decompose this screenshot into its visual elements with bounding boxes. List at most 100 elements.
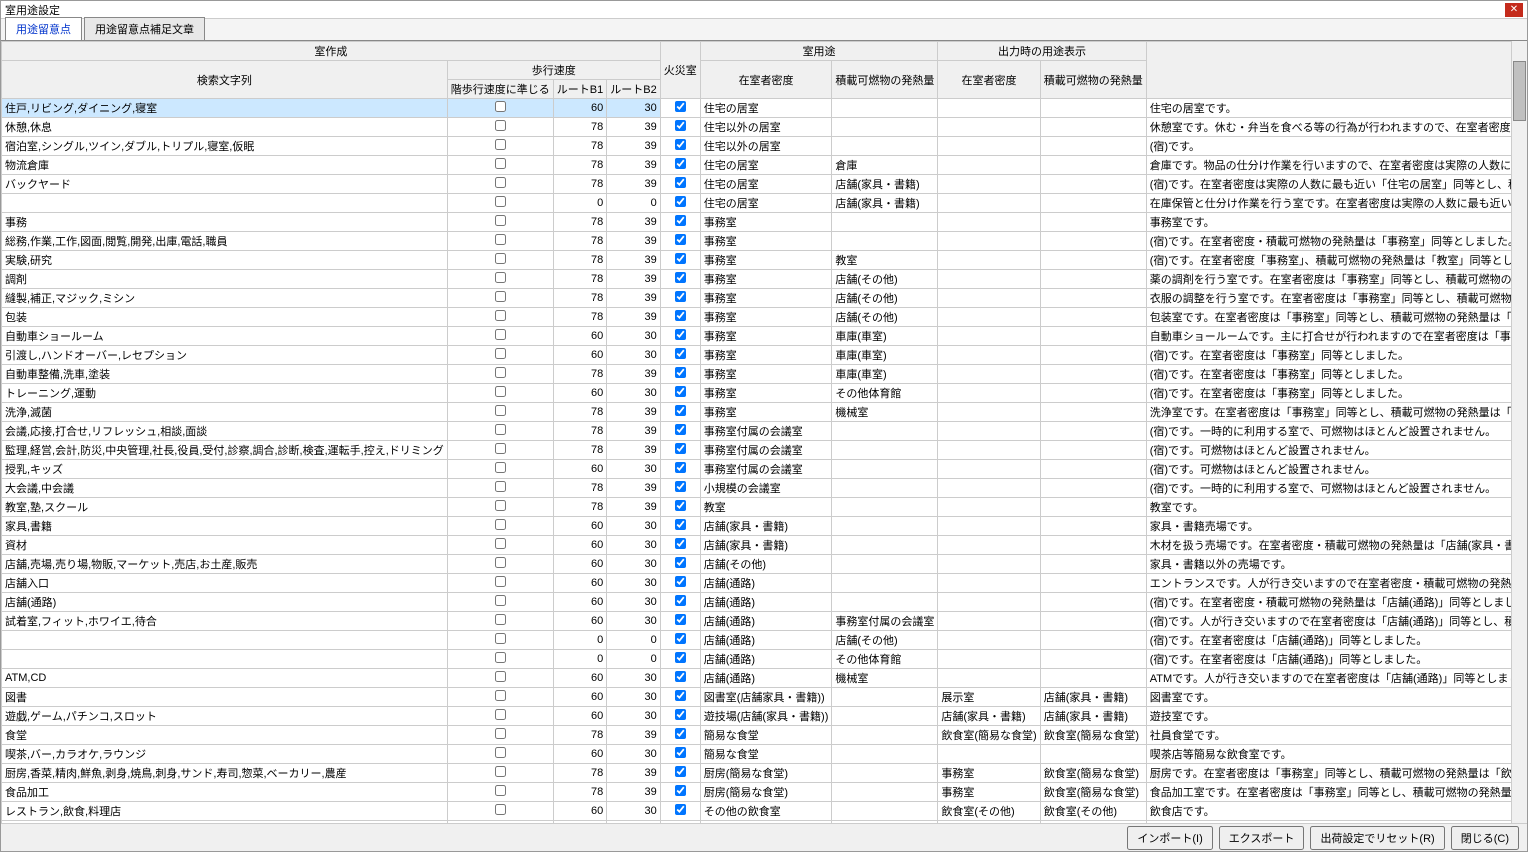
- cell-fire[interactable]: [660, 555, 700, 574]
- cell-route2[interactable]: 39: [607, 479, 660, 498]
- cell-occ2[interactable]: [938, 517, 1040, 536]
- cell-fire[interactable]: [660, 365, 700, 384]
- table-row[interactable]: 食品加工7839厨房(簡易な食堂)事務室飲食室(簡易な食堂)食品加工室です。在室…: [2, 783, 1528, 802]
- cell-search[interactable]: 店舗,売場,売り場,物販,マーケット,売店,お土産,販売: [2, 555, 448, 574]
- cell-fire[interactable]: [660, 498, 700, 517]
- cell-route2[interactable]: 39: [607, 441, 660, 460]
- cell-note[interactable]: 木材を扱う売場です。在室者密度・積載可燃物の発熱量は「店舗(家具・書籍)」同等と…: [1146, 536, 1527, 555]
- walk-checkbox[interactable]: [495, 481, 506, 492]
- cell-occ[interactable]: 事務室付属の会議室: [700, 441, 832, 460]
- table-row[interactable]: 宿泊室,シングル,ツイン,ダブル,トリプル,寝室,仮眠7839住宅以外の居室(宿…: [2, 137, 1528, 156]
- cell-fuel[interactable]: 機械室: [832, 403, 938, 422]
- cell-search[interactable]: ATM,CD: [2, 669, 448, 688]
- cell-fire[interactable]: [660, 650, 700, 669]
- cell-search[interactable]: 会議,応接,打合せ,リフレッシュ,相談,面談: [2, 422, 448, 441]
- close-button[interactable]: 閉じる(C): [1451, 826, 1519, 850]
- cell-occ2[interactable]: [938, 232, 1040, 251]
- cell-note[interactable]: 在庫保管と仕分け作業を行う室です。在室者密度は実際の人数に最も近い「住宅の居室」…: [1146, 194, 1527, 213]
- cell-fuel2[interactable]: [1040, 498, 1146, 517]
- cell-occ[interactable]: 事務室: [700, 308, 832, 327]
- cell-route1[interactable]: 78: [553, 137, 606, 156]
- cell-fuel[interactable]: 車庫(車室): [832, 365, 938, 384]
- cell-search[interactable]: 包装: [2, 308, 448, 327]
- cell-occ2[interactable]: [938, 327, 1040, 346]
- table-row[interactable]: 喫茶,バー,カラオケ,ラウンジ6030簡易な食堂喫茶店等簡易な飲食室です。: [2, 745, 1528, 764]
- cell-note[interactable]: 厨房です。在室者密度は「事務室」同等とし、積載可燃物の発熱量は「飲食室(簡易な食…: [1146, 764, 1527, 783]
- cell-occ[interactable]: 簡易な食堂: [700, 745, 832, 764]
- cell-search[interactable]: 自動車ショールーム: [2, 327, 448, 346]
- cell-route2[interactable]: 30: [607, 460, 660, 479]
- cell-route1[interactable]: 78: [553, 308, 606, 327]
- walk-checkbox[interactable]: [495, 462, 506, 473]
- cell-walk-chk[interactable]: [447, 213, 553, 232]
- cell-fuel2[interactable]: 劇場(客席): [1040, 821, 1146, 824]
- cell-note[interactable]: 休憩室です。休む・弁当を食べる等の行為が行われますので、在室者密度・積載可燃物の…: [1146, 118, 1527, 137]
- cell-occ2[interactable]: [938, 669, 1040, 688]
- cell-route1[interactable]: 78: [553, 403, 606, 422]
- table-row[interactable]: 調剤7839事務室店舗(その他)薬の調剤を行う室です。在室者密度は「事務室」同等…: [2, 270, 1528, 289]
- cell-occ2[interactable]: [938, 479, 1040, 498]
- cell-walk-chk[interactable]: [447, 783, 553, 802]
- walk-checkbox[interactable]: [495, 120, 506, 131]
- cell-fire[interactable]: [660, 517, 700, 536]
- cell-search[interactable]: 試着室,フィット,ホワイエ,待合: [2, 612, 448, 631]
- cell-occ[interactable]: 事務室: [700, 384, 832, 403]
- cell-fire[interactable]: [660, 213, 700, 232]
- cell-fire[interactable]: [660, 631, 700, 650]
- table-row[interactable]: ATM,CD6030店舗(通路)機械室ATMです。人が行き交いますので在室者密度…: [2, 669, 1528, 688]
- cell-route1[interactable]: 60: [553, 536, 606, 555]
- table-row[interactable]: 試着室,フィット,ホワイエ,待合6030店舗(通路)事務室付属の会議室(宿)です…: [2, 612, 1528, 631]
- cell-route2[interactable]: 30: [607, 821, 660, 824]
- fire-checkbox[interactable]: [675, 519, 686, 530]
- cell-note[interactable]: (宿)です。在室者密度は「事務室」同等としました。: [1146, 365, 1527, 384]
- cell-occ2[interactable]: [938, 593, 1040, 612]
- cell-fuel[interactable]: 店舗(その他): [832, 631, 938, 650]
- cell-route2[interactable]: 39: [607, 308, 660, 327]
- fire-checkbox[interactable]: [675, 386, 686, 397]
- cell-route2[interactable]: 39: [607, 270, 660, 289]
- cell-walk-chk[interactable]: [447, 764, 553, 783]
- cell-route1[interactable]: 78: [553, 232, 606, 251]
- cell-note[interactable]: (宿)です。在室者密度は「事務室」同等としました。: [1146, 384, 1527, 403]
- fire-checkbox[interactable]: [675, 785, 686, 796]
- fire-checkbox[interactable]: [675, 728, 686, 739]
- cell-route2[interactable]: 39: [607, 156, 660, 175]
- cell-search[interactable]: 実験,研究: [2, 251, 448, 270]
- scrollbar-thumb[interactable]: [1513, 61, 1526, 121]
- fire-checkbox[interactable]: [675, 690, 686, 701]
- cell-search[interactable]: 住戸,リビング,ダイニング,寝室: [2, 99, 448, 118]
- fire-checkbox[interactable]: [675, 348, 686, 359]
- cell-fuel[interactable]: [832, 555, 938, 574]
- cell-route2[interactable]: 39: [607, 175, 660, 194]
- cell-fuel[interactable]: [832, 232, 938, 251]
- cell-route2[interactable]: 30: [607, 384, 660, 403]
- table-row[interactable]: 洗浄,滅菌7839事務室機械室洗浄室です。在室者密度は「事務室」同等とし、積載可…: [2, 403, 1528, 422]
- table-row[interactable]: 遊戯,ゲーム,パチンコ,スロット6030遊技場(店舗(家具・書籍))店舗(家具・…: [2, 707, 1528, 726]
- fire-checkbox[interactable]: [675, 500, 686, 511]
- cell-occ2[interactable]: [938, 650, 1040, 669]
- table-row[interactable]: 会議,応接,打合せ,リフレッシュ,相談,面談7839事務室付属の会議室(宿)です…: [2, 422, 1528, 441]
- cell-walk-chk[interactable]: [447, 707, 553, 726]
- cell-occ[interactable]: 店舗(通路): [700, 612, 832, 631]
- cell-occ[interactable]: 遊技場(店舗(家具・書籍)): [700, 707, 832, 726]
- cell-walk-chk[interactable]: [447, 688, 553, 707]
- cell-search[interactable]: 家具,書籍: [2, 517, 448, 536]
- cell-occ[interactable]: 事務室: [700, 251, 832, 270]
- cell-fuel2[interactable]: 飲食室(簡易な食堂): [1040, 783, 1146, 802]
- fire-checkbox[interactable]: [675, 576, 686, 587]
- cell-route2[interactable]: 39: [607, 251, 660, 270]
- cell-occ2[interactable]: [938, 498, 1040, 517]
- cell-occ[interactable]: 図書室(店舗家具・書籍)): [700, 688, 832, 707]
- fire-checkbox[interactable]: [675, 272, 686, 283]
- cell-search[interactable]: 宿泊室,シングル,ツイン,ダブル,トリプル,寝室,仮眠: [2, 137, 448, 156]
- cell-occ[interactable]: その他の飲食室: [700, 802, 832, 821]
- walk-checkbox[interactable]: [495, 595, 506, 606]
- cell-note[interactable]: (宿)です。人が行き交いますので在室者密度は「店舗(通路)」同等とし、積載可燃物…: [1146, 612, 1527, 631]
- cell-walk-chk[interactable]: [447, 156, 553, 175]
- cell-occ2[interactable]: [938, 289, 1040, 308]
- cell-walk-chk[interactable]: [447, 251, 553, 270]
- cell-note[interactable]: 倉庫です。物品の仕分け作業を行いますので、在室者密度は実際の人数に最も近い「住宅…: [1146, 156, 1527, 175]
- fire-checkbox[interactable]: [675, 709, 686, 720]
- cell-route2[interactable]: 30: [607, 688, 660, 707]
- cell-occ[interactable]: 簡易な食堂: [700, 726, 832, 745]
